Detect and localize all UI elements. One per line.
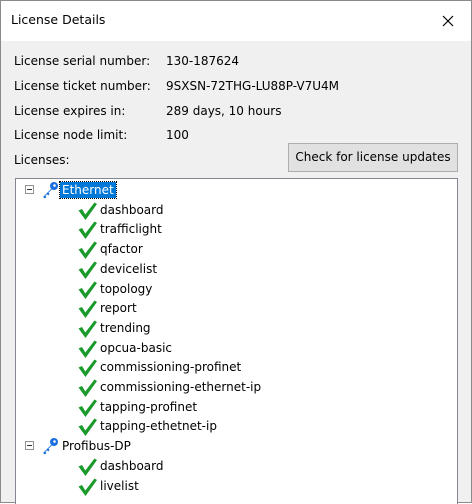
tree-item-tapping-ethetnet-ip[interactable]: tapping-ethetnet-ip <box>16 417 456 437</box>
licensed-check-icon <box>77 477 98 497</box>
license-key-icon <box>40 181 60 199</box>
licensed-check-icon <box>77 260 98 280</box>
checkmark-icon <box>78 221 97 240</box>
checkmark-icon <box>78 281 97 299</box>
licensed-check-icon <box>77 280 98 300</box>
tree-item-tapping-profinet[interactable]: tapping-profinet <box>16 398 456 418</box>
licensed-check-icon <box>77 319 98 339</box>
tree-item-label[interactable]: commissioning-profinet <box>98 359 243 375</box>
tree-item-label[interactable]: commissioning-ethernet-ip <box>98 379 263 395</box>
licensed-check-icon <box>77 220 98 240</box>
tree-group-label[interactable]: Ethernet <box>59 181 117 199</box>
tree-item-commissioning-ethernet-ip[interactable]: commissioning-ethernet-ip <box>16 378 456 398</box>
checkmark-icon <box>78 320 97 338</box>
tree-group-profibus-dp[interactable]: Profibus-DP <box>16 437 456 457</box>
key-icon <box>43 182 58 199</box>
licenses-label: Licenses: <box>14 153 70 167</box>
licensed-check-icon <box>77 378 98 398</box>
tree-item-label[interactable]: dashboard <box>98 458 165 474</box>
checkmark-icon <box>78 379 97 397</box>
tree-item-label[interactable]: qfactor <box>98 241 145 257</box>
checkmark-icon <box>78 340 97 358</box>
tree-item-trending[interactable]: trending <box>16 319 456 339</box>
licensed-check-icon <box>77 201 98 221</box>
licensed-check-icon <box>77 358 98 378</box>
node-limit-value: 100 <box>166 128 189 142</box>
tree-group-ethernet[interactable]: Ethernet <box>16 181 456 201</box>
close-button[interactable] <box>425 1 471 41</box>
tree-item-label[interactable]: opcua-basic <box>98 340 174 356</box>
dialog-title: License Details <box>11 12 106 27</box>
collapse-toggle-icon[interactable] <box>25 185 34 194</box>
title-bar: License Details <box>1 1 471 41</box>
tree-item-opcua-basic[interactable]: opcua-basic <box>16 339 456 359</box>
tree-group-label[interactable]: Profibus-DP <box>60 438 133 454</box>
tree-item-devicelist[interactable]: devicelist <box>16 260 456 280</box>
tree-item-label[interactable]: tapping-profinet <box>98 399 199 415</box>
tree-item-commissioning-profinet[interactable]: commissioning-profinet <box>16 358 456 378</box>
checkmark-icon <box>78 261 97 279</box>
checkmark-icon <box>78 300 97 319</box>
tree-item-dashboard[interactable]: dashboard <box>16 457 456 477</box>
tree-item-label[interactable]: report <box>98 300 139 316</box>
tree-item-label[interactable]: devicelist <box>98 261 159 277</box>
check-license-updates-button[interactable]: Check for license updates <box>288 143 458 172</box>
checkmark-icon <box>78 399 97 417</box>
licensed-check-icon <box>77 339 98 359</box>
serial-number-value: 130-187624 <box>166 54 240 68</box>
checkmark-icon <box>78 418 97 437</box>
tree-item-label[interactable]: trending <box>98 320 153 336</box>
ticket-number-value: 9SXSN-72THG-LU88P-V7U4M <box>166 79 340 93</box>
tree-item-topology[interactable]: topology <box>16 280 456 300</box>
tree-item-label[interactable]: livelist <box>98 478 141 494</box>
tree-item-label[interactable]: tapping-ethetnet-ip <box>98 418 219 434</box>
expiry-value: 289 days, 10 hours <box>166 104 282 118</box>
tree-item-report[interactable]: report <box>16 299 456 319</box>
checkmark-icon <box>78 359 97 378</box>
collapse-toggle-icon[interactable] <box>25 441 34 451</box>
close-icon <box>442 15 454 27</box>
node-limit-label: License node limit: <box>14 128 128 142</box>
checkmark-icon <box>78 202 97 220</box>
checkmark-icon <box>78 478 97 496</box>
licensed-check-icon <box>77 299 98 319</box>
serial-number-label: License serial number: <box>14 54 151 68</box>
licensed-check-icon <box>77 240 98 260</box>
licensed-check-icon <box>77 398 98 418</box>
checkmark-icon <box>78 241 97 260</box>
checkmark-icon <box>78 458 97 476</box>
ticket-number-label: License ticket number: <box>14 79 151 93</box>
licensed-check-icon <box>77 457 98 477</box>
expiry-label: License expires in: <box>14 104 126 118</box>
tree-item-trafficlight[interactable]: trafficlight <box>16 220 456 240</box>
license-key-icon <box>40 437 60 455</box>
tree-item-label[interactable]: dashboard <box>98 202 165 218</box>
tree-item-label[interactable]: trafficlight <box>98 221 164 237</box>
tree-item-qfactor[interactable]: qfactor <box>16 240 456 260</box>
key-icon <box>43 438 58 455</box>
license-details-dialog: License Details License serial number: 1… <box>0 0 472 504</box>
tree-item-dashboard[interactable]: dashboard <box>16 201 456 221</box>
tree-item-label[interactable]: topology <box>98 281 154 297</box>
license-tree[interactable]: Ethernet dashboard trafficlight qfactor devi… <box>15 178 458 504</box>
licensed-check-icon <box>77 417 98 437</box>
tree-item-livelist[interactable]: livelist <box>16 477 456 497</box>
